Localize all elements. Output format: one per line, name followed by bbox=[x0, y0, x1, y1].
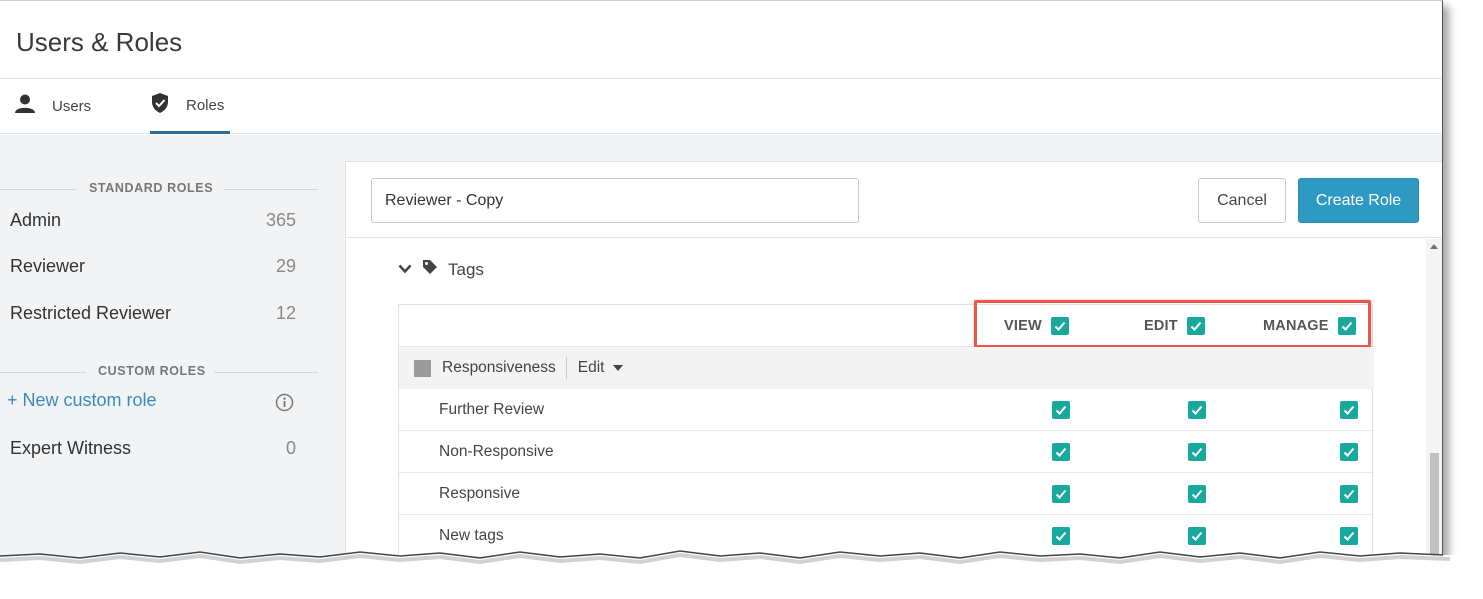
tag-name: Further Review bbox=[439, 401, 545, 418]
group-edit-dropdown[interactable]: Edit bbox=[578, 359, 624, 377]
tags-section-label: Tags bbox=[448, 259, 484, 279]
role-count: 0 bbox=[285, 437, 296, 458]
role-item-expert-witness[interactable]: Expert Witness 0 bbox=[10, 433, 296, 463]
tag-name: Non-Responsive bbox=[439, 443, 554, 460]
tag-row: Responsive bbox=[399, 473, 1374, 515]
tag-row: Further Review bbox=[399, 389, 1374, 431]
cancel-button[interactable]: Cancel bbox=[1198, 178, 1286, 223]
role-count: 29 bbox=[275, 255, 296, 276]
create-role-button[interactable]: Create Role bbox=[1298, 178, 1419, 223]
role-name: Expert Witness bbox=[10, 437, 132, 458]
role-editor-toolbar: Cancel Create Role bbox=[346, 162, 1442, 238]
vertical-scrollbar[interactable] bbox=[1426, 239, 1442, 560]
tag-icon bbox=[422, 259, 438, 280]
role-name: Reviewer bbox=[10, 255, 86, 276]
group-name: Responsiveness bbox=[442, 359, 556, 376]
role-count: 365 bbox=[265, 209, 296, 230]
role-name: Admin bbox=[10, 209, 62, 230]
custom-roles-heading: CUSTOM ROLES bbox=[0, 362, 320, 382]
tag-name: Responsive bbox=[439, 485, 520, 502]
group-edit-label: Edit bbox=[577, 359, 605, 376]
tab-roles[interactable]: Roles bbox=[150, 79, 231, 134]
divider bbox=[214, 372, 318, 373]
edit-checkbox[interactable] bbox=[1188, 401, 1206, 419]
custom-roles-heading-text: CUSTOM ROLES bbox=[98, 364, 206, 378]
divider bbox=[0, 189, 76, 190]
tag-group-row: Responsiveness Edit bbox=[399, 347, 1374, 389]
standard-roles-heading: STANDARD ROLES bbox=[0, 179, 320, 199]
role-editor-panel: Cancel Create Role Tags VIEW bbox=[345, 161, 1442, 560]
tab-users[interactable]: Users bbox=[14, 79, 91, 134]
shield-check-icon bbox=[150, 92, 170, 119]
new-custom-role-link[interactable]: + New custom role bbox=[7, 390, 157, 411]
manage-checkbox[interactable] bbox=[1340, 485, 1358, 503]
manage-checkbox[interactable] bbox=[1340, 443, 1358, 461]
caret-down-icon bbox=[613, 365, 624, 371]
tag-permissions-table: VIEW EDIT MANAGE Responsiveness Edit Fur… bbox=[398, 300, 1374, 560]
edit-checkbox[interactable] bbox=[1188, 443, 1206, 461]
scroll-up-arrow-icon[interactable] bbox=[1430, 244, 1438, 249]
tag-row: Non-Responsive bbox=[399, 431, 1374, 473]
view-checkbox[interactable] bbox=[1052, 485, 1070, 503]
roles-sidebar: STANDARD ROLES Admin 365 Reviewer 29 Res… bbox=[0, 135, 320, 560]
torn-edge-decoration bbox=[0, 550, 1483, 599]
role-item-admin[interactable]: Admin 365 bbox=[10, 205, 296, 235]
content-area: STANDARD ROLES Admin 365 Reviewer 29 Res… bbox=[0, 135, 1442, 560]
role-item-restricted-reviewer[interactable]: Restricted Reviewer 12 bbox=[10, 298, 296, 328]
permissions-scroll-area: Tags VIEW EDIT MANAGE Responsiveness Edi… bbox=[346, 239, 1426, 560]
tab-users-label: Users bbox=[52, 98, 92, 115]
standard-roles-heading-text: STANDARD ROLES bbox=[89, 181, 214, 195]
edit-checkbox[interactable] bbox=[1188, 485, 1206, 503]
tab-roles-label: Roles bbox=[186, 96, 225, 114]
tab-bar: Users Roles bbox=[0, 79, 1442, 134]
divider bbox=[0, 372, 86, 373]
person-icon bbox=[14, 94, 36, 119]
group-color-swatch bbox=[414, 359, 431, 377]
app-window: Users & Roles Users Roles STANDARD ROLES… bbox=[0, 0, 1443, 560]
page-title: Users & Roles bbox=[16, 27, 183, 57]
role-name-input[interactable] bbox=[371, 178, 859, 223]
divider bbox=[224, 189, 318, 190]
chevron-down-icon bbox=[398, 261, 412, 279]
page-header: Users & Roles bbox=[0, 1, 1442, 79]
role-item-reviewer[interactable]: Reviewer 29 bbox=[10, 251, 296, 281]
role-count: 12 bbox=[275, 302, 296, 323]
view-checkbox[interactable] bbox=[1052, 401, 1070, 419]
permissions-header-row: VIEW EDIT MANAGE bbox=[399, 300, 1374, 348]
tags-section-toggle[interactable]: Tags bbox=[398, 259, 484, 280]
info-icon[interactable] bbox=[275, 393, 294, 412]
role-name: Restricted Reviewer bbox=[10, 302, 172, 323]
view-checkbox[interactable] bbox=[1052, 443, 1070, 461]
divider bbox=[565, 357, 567, 379]
highlight-annotation bbox=[974, 300, 1371, 348]
manage-checkbox[interactable] bbox=[1340, 401, 1358, 419]
